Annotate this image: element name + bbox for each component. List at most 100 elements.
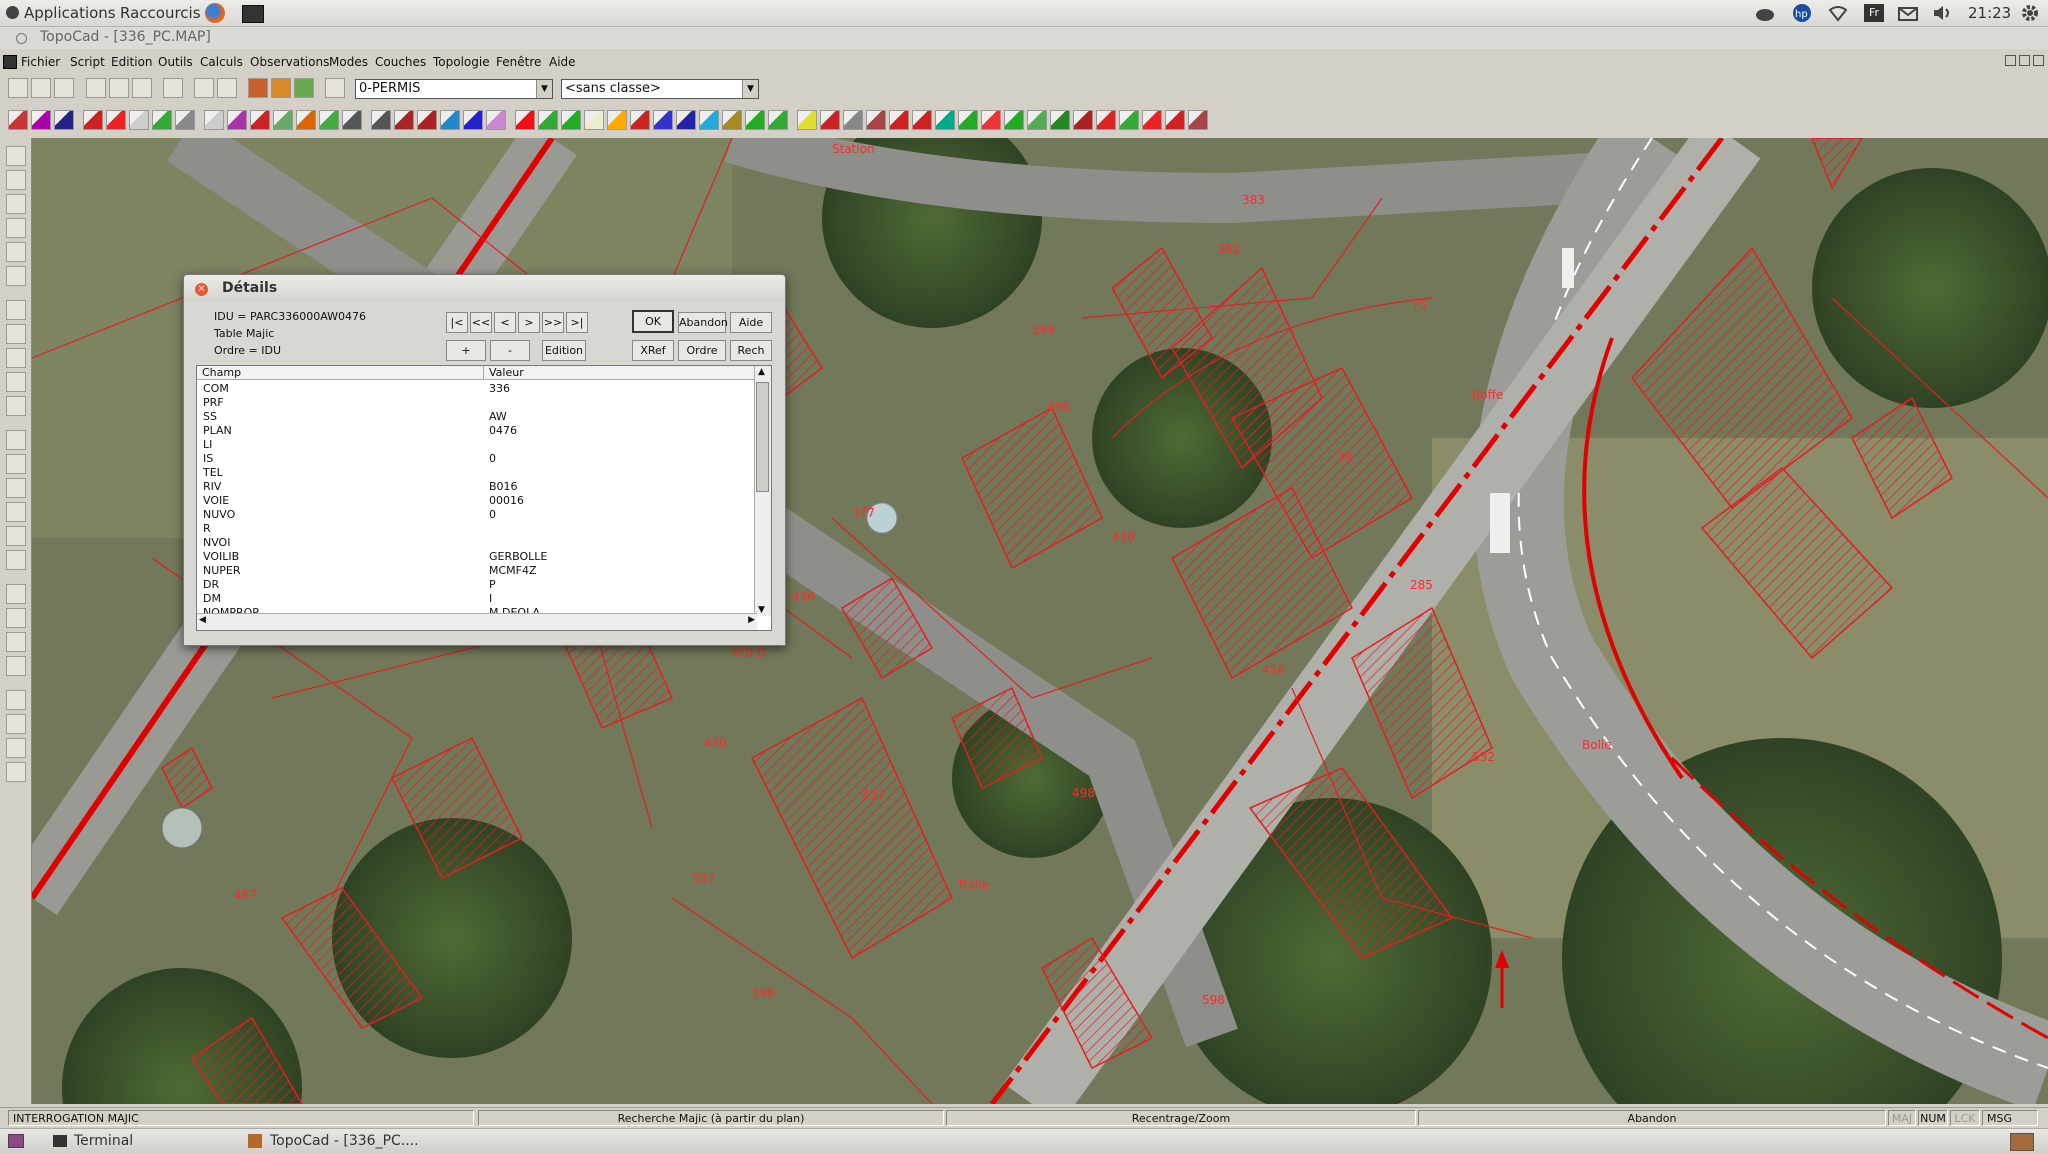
left-tool-observation-icon[interactable] [6,242,26,262]
close-icon[interactable]: × [195,283,208,296]
draw-tool-17-icon[interactable] [394,110,414,130]
left-tool-counter-icon[interactable] [6,608,26,628]
table-row[interactable]: DM I [197,592,755,606]
table-row[interactable]: DR P [197,578,755,592]
menu-couches[interactable]: Couches [375,55,426,69]
left-tool-export-icon[interactable] [6,738,26,758]
table-row[interactable]: IS 0 [197,452,755,466]
shortcuts-menu[interactable]: Raccourcis [120,4,201,22]
left-tool-up-icon[interactable] [6,584,26,604]
tool-d-icon[interactable] [325,78,345,98]
draw-tool-38-icon[interactable] [889,110,909,130]
draw-tool-2-icon[interactable] [31,110,51,130]
left-tool-print-icon[interactable] [6,656,26,676]
terminal-task[interactable]: Terminal [74,1131,133,1151]
left-tool-point-icon[interactable] [6,170,26,190]
layer-select[interactable]: 0-PERMIS ▼ [355,79,553,99]
app-icon[interactable] [3,55,17,69]
draw-tool-18-icon[interactable] [417,110,437,130]
draw-tool-10-icon[interactable] [227,110,247,130]
table-row[interactable]: SS AW [197,410,755,424]
left-tool-move-icon[interactable] [6,502,26,522]
details-grid[interactable]: Champ Valeur COM 336 PRF SS AW PLAN 0476 LI IS 0 T… [196,365,772,631]
xref-button[interactable]: XRef [632,340,674,361]
mail-icon[interactable] [1898,4,1918,22]
remove-button[interactable]: - [490,340,530,361]
open-file-icon[interactable] [31,78,51,98]
draw-tool-49-icon[interactable] [1142,110,1162,130]
table-row[interactable]: VOILIB GERBOLLE [197,550,755,564]
draw-tool-21-icon[interactable] [486,110,506,130]
draw-tool-9-icon[interactable] [204,110,224,130]
new-file-icon[interactable] [8,78,28,98]
abandon-button[interactable]: Abandon [678,312,728,333]
first-record-button[interactable]: |< [446,312,468,333]
add-button[interactable]: + [446,340,486,361]
prev-page-button[interactable]: << [470,312,492,333]
draw-tool-28-icon[interactable] [653,110,673,130]
draw-tool-42-icon[interactable] [981,110,1001,130]
draw-tool-22-icon[interactable] [515,110,535,130]
save-file-icon[interactable] [54,78,74,98]
left-tool-properties-icon[interactable] [6,762,26,782]
cloud-icon[interactable] [1755,4,1775,22]
tool-a-icon[interactable] [248,78,268,98]
draw-tool-44-icon[interactable] [1027,110,1047,130]
scroll-right-icon[interactable]: ▶ [748,615,755,625]
next-page-button[interactable]: >> [542,312,564,333]
left-tool-line-icon[interactable] [6,266,26,286]
column-header-valeur[interactable]: Valeur [484,366,756,380]
draw-tool-35-icon[interactable] [820,110,840,130]
table-row[interactable]: COM 336 [197,382,755,396]
table-row[interactable]: NUVO 0 [197,508,755,522]
draw-tool-8-icon[interactable] [175,110,195,130]
draw-tool-13-icon[interactable] [296,110,316,130]
terminal-launcher-icon[interactable] [242,5,264,23]
rech-button[interactable]: Rech [730,340,772,361]
tool-c-icon[interactable] [294,78,314,98]
preview-icon[interactable] [217,78,237,98]
menu-outils[interactable]: Outils [158,55,193,69]
table-row[interactable]: RIV B016 [197,480,755,494]
left-tool-polygon-icon[interactable] [6,194,26,214]
table-row[interactable]: PRF [197,396,755,410]
draw-tool-48-icon[interactable] [1119,110,1139,130]
copy-icon[interactable] [109,78,129,98]
left-tool-down-icon[interactable] [6,632,26,652]
table-row[interactable]: NUPER MCMF4Z [197,564,755,578]
wifi-icon[interactable] [1828,4,1848,22]
tool-b-icon[interactable] [271,78,291,98]
undo-icon[interactable] [163,78,183,98]
left-tool-erase-icon[interactable] [6,478,26,498]
draw-tool-14-icon[interactable] [319,110,339,130]
left-tool-arc-icon[interactable] [6,300,26,320]
table-row[interactable]: VOIE 00016 [197,494,755,508]
draw-tool-40-icon[interactable] [935,110,955,130]
left-tool-text-icon[interactable] [6,218,26,238]
draw-tool-5-icon[interactable] [106,110,126,130]
left-tool-grid-icon[interactable] [6,714,26,734]
table-row[interactable]: PLAN 0476 [197,424,755,438]
draw-tool-31-icon[interactable] [722,110,742,130]
left-tool-select-icon[interactable] [6,146,26,166]
left-tool-measure-icon[interactable] [6,430,26,450]
draw-tool-45-icon[interactable] [1050,110,1070,130]
left-tool-gear-icon[interactable] [6,690,26,710]
topocad-task[interactable]: TopoCad - [336_PC.... [270,1131,419,1151]
menu-calculs[interactable]: Calculs [200,55,243,69]
aide-button[interactable]: Aide [730,312,772,333]
print-icon[interactable] [194,78,214,98]
paste-icon[interactable] [132,78,152,98]
draw-tool-4-icon[interactable] [83,110,103,130]
draw-tool-7-icon[interactable] [152,110,172,130]
menu-fenetre[interactable]: Fenêtre [496,55,541,69]
draw-tool-6-icon[interactable] [129,110,149,130]
chevron-down-icon[interactable]: ▼ [742,80,758,98]
left-tool-copy-icon[interactable] [6,526,26,546]
draw-tool-19-icon[interactable] [440,110,460,130]
left-tool-pan-icon[interactable] [6,396,26,416]
draw-tool-3-icon[interactable] [54,110,74,130]
scroll-thumb[interactable] [756,382,769,492]
menu-edition[interactable]: Edition [111,55,153,69]
menu-script[interactable]: Script [70,55,105,69]
